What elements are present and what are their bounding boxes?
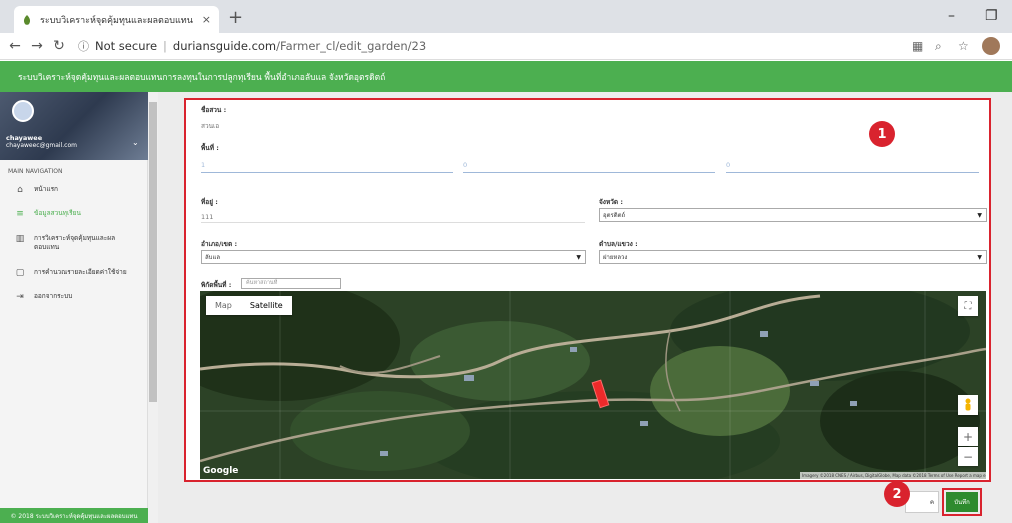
sidebar-item-label: ออกจากระบบ	[34, 292, 73, 300]
sidebar-item-label: การวิเคราะห์จุดคุ้มทุนและผลตอบแทน	[34, 234, 116, 251]
sidebar-item-label: ข้อมูลสวนทุเรียน	[34, 209, 81, 217]
sidebar-item-logout[interactable]: ⇥ ออกจากระบบ	[0, 292, 148, 302]
sidebar-item-home[interactable]: ⌂ หน้าแรก	[0, 185, 148, 195]
area-wa-underline	[726, 172, 979, 173]
map-type-control: Map Satellite	[206, 296, 292, 315]
browser-tab-strip: ระบบวิเคราะห์จุดคุ้มทุนและผลตอบแทน × + –…	[0, 0, 1012, 33]
browser-tab[interactable]: ระบบวิเคราะห์จุดคุ้มทุนและผลตอบแทน ×	[14, 6, 219, 33]
list-icon: ≡	[16, 209, 24, 219]
area-wa-field[interactable]: 0	[726, 161, 730, 169]
durian-favicon-icon	[23, 14, 31, 25]
new-tab-button[interactable]: +	[228, 9, 243, 27]
address-label: ที่อยู่ :	[201, 198, 218, 206]
sidebar-item-label: การคำนวณรายละเอียดค่าใช้จ่าย	[34, 268, 127, 276]
district-label: อำเภอ/เขต :	[201, 240, 238, 248]
province-label: จังหวัด :	[599, 198, 624, 206]
street-view-pegman-icon[interactable]	[958, 395, 978, 415]
map-credit[interactable]: Imagery ©2018 CNES / Airbus, DigitalGlob…	[800, 472, 986, 479]
sidebar-item-garden-data[interactable]: ≡ ข้อมูลสวนทุเรียน	[0, 209, 148, 219]
map-search-input[interactable]: ค้นหาสถานที่	[241, 278, 341, 289]
bookmark-star-icon[interactable]: ☆	[958, 39, 969, 53]
sidebar-item-expenses[interactable]: ▢ การคำนวณรายละเอียดค่าใช้จ่าย	[0, 268, 148, 278]
map-type-map-button[interactable]: Map	[206, 296, 241, 315]
subdistrict-select[interactable]: ฝายหลวง ▼	[599, 250, 987, 264]
zoom-icon[interactable]: ⌕	[935, 39, 942, 54]
google-logo: Google	[203, 466, 239, 476]
province-select[interactable]: อุตรดิตถ์ ▼	[599, 208, 987, 222]
sidebar-item-label: หน้าแรก	[34, 185, 58, 193]
reload-icon[interactable]: ↻	[48, 38, 70, 54]
browser-toolbar: ← → ↻ ⓘ Not secure | duriansguide.com/Fa…	[0, 33, 1012, 60]
home-icon: ⌂	[17, 185, 23, 195]
satellite-imagery	[200, 291, 986, 479]
file-icon: ▢	[15, 268, 25, 278]
tab-title: ระบบวิเคราะห์จุดคุ้มทุนและผลตอบแทน	[40, 15, 193, 26]
area-rai-field[interactable]: 1	[201, 161, 205, 169]
dropdown-arrow-icon: ▼	[576, 253, 581, 261]
user-panel: chayawee chayaweec@gmail.com ⌄	[0, 92, 148, 160]
user-email: chayaweec@gmail.com	[6, 142, 77, 149]
map-type-satellite-button[interactable]: Satellite	[241, 296, 292, 315]
app-header: ระบบวิเคราะห์จุดคุ้มทุนและผลตอบแทนการลงท…	[0, 61, 1012, 92]
address-bar[interactable]: ⓘ Not secure | duriansguide.com/Farmer_c…	[78, 38, 426, 54]
profile-avatar[interactable]	[982, 37, 1000, 55]
district-select[interactable]: ลับแล ▼	[201, 250, 586, 264]
zoom-in-button[interactable]: +	[958, 427, 978, 446]
subdistrict-value: ฝายหลวง	[603, 254, 628, 261]
province-value: อุตรดิตถ์	[603, 212, 626, 219]
district-value: ลับแล	[205, 254, 221, 261]
nav-header: MAIN NAVIGATION	[8, 168, 63, 175]
user-name: chayawee	[6, 134, 43, 142]
sidebar-footer: © 2018 ระบบวิเคราะห์จุดคุ้มทุนและผลตอบแท…	[0, 508, 148, 523]
area-label: พื้นที่ :	[201, 144, 219, 152]
area-ngan-underline	[463, 172, 715, 173]
subdistrict-label: ตำบล/แขวง :	[599, 240, 638, 248]
url-host: duriansguide.com	[172, 39, 277, 53]
address-field[interactable]: 111	[201, 213, 213, 221]
area-rai-underline	[201, 172, 453, 173]
maximize-icon[interactable]: ❐	[985, 8, 998, 24]
info-icon[interactable]: ⓘ	[78, 38, 89, 54]
copyright-text: © 2018 ระบบวิเคราะห์จุดคุ้มทุนและผลตอบแท…	[10, 512, 138, 520]
minimize-icon[interactable]: –	[948, 8, 955, 24]
dropdown-arrow-icon: ▼	[977, 211, 982, 219]
back-button[interactable]: ค	[905, 491, 939, 513]
sidebar-scroll-thumb[interactable]	[149, 102, 157, 402]
url-path: /Farmer_cl/edit_garden/23	[276, 39, 427, 53]
area-ngan-field[interactable]: 0	[463, 161, 467, 169]
back-arrow-icon[interactable]: ←	[4, 38, 26, 54]
security-label: Not secure	[95, 39, 158, 53]
address-underline	[201, 222, 585, 223]
garden-name-field[interactable]: สวนเอ	[201, 121, 219, 131]
url-separator: |	[163, 39, 167, 53]
avatar	[12, 100, 34, 122]
save-button[interactable]: บันทึก	[946, 492, 978, 512]
annotation-badge-1: 1	[869, 121, 895, 147]
app-title: ระบบวิเคราะห์จุดคุ้มทุนและผลตอบแทนการลงท…	[18, 72, 386, 83]
signout-icon: ⇥	[16, 292, 24, 302]
fullscreen-icon[interactable]: ⛶	[958, 296, 978, 316]
garden-name-label: ชื่อสวน :	[201, 106, 227, 114]
zoom-out-button[interactable]: −	[958, 447, 978, 466]
annotation-badge-2: 2	[884, 481, 910, 507]
forward-arrow-icon[interactable]: →	[26, 38, 48, 54]
chart-icon: ▥	[15, 234, 25, 244]
close-tab-icon[interactable]: ×	[202, 13, 211, 26]
translate-icon[interactable]: ▦	[912, 39, 923, 53]
sidebar-item-analysis[interactable]: ▥ การวิเคราะห์จุดคุ้มทุนและผลตอบแทน	[0, 234, 148, 252]
satellite-map[interactable]	[200, 291, 986, 479]
coords-label: พิกัดพื้นที่ :	[201, 281, 232, 289]
chevron-down-icon[interactable]: ⌄	[132, 138, 139, 147]
sidebar: chayawee chayaweec@gmail.com ⌄ MAIN NAVI…	[0, 92, 148, 523]
dropdown-arrow-icon: ▼	[977, 253, 982, 261]
